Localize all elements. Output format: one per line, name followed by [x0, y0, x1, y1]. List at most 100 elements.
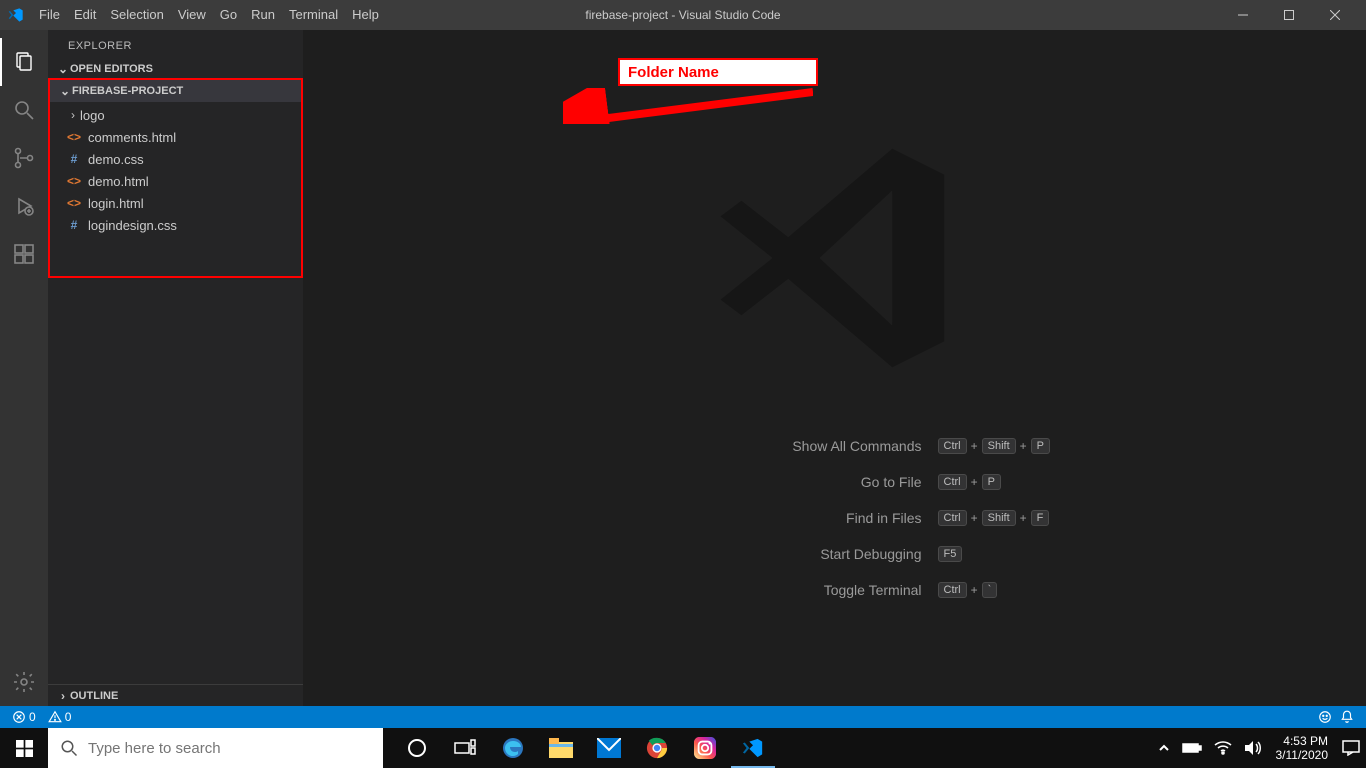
- annotation-arrow-icon: [563, 88, 813, 124]
- activity-bar: [0, 30, 48, 706]
- html-file-icon: <>: [66, 195, 82, 211]
- close-button[interactable]: [1312, 0, 1358, 30]
- key: Shift: [982, 438, 1016, 454]
- shortcut-go-to-file: Go to File Ctrl+ P: [622, 464, 1048, 500]
- tree-label: logo: [80, 108, 105, 123]
- edge-icon[interactable]: [489, 728, 537, 768]
- tray-wifi-icon[interactable]: [1208, 728, 1238, 768]
- menu-go[interactable]: Go: [213, 0, 244, 30]
- css-file-icon: #: [66, 151, 82, 167]
- shortcut-find-in-files: Find in Files Ctrl+ Shift+ F: [622, 500, 1048, 536]
- search-icon[interactable]: [0, 86, 48, 134]
- tree-label: login.html: [88, 196, 144, 211]
- chevron-down-icon: ⌄: [56, 62, 70, 76]
- key: Ctrl: [938, 438, 967, 454]
- annotation-callout: Folder Name: [618, 58, 818, 86]
- window-title: firebase-project - Visual Studio Code: [585, 8, 780, 22]
- menu-edit[interactable]: Edit: [67, 0, 103, 30]
- error-count: 0: [29, 710, 36, 724]
- key: P: [982, 474, 1001, 490]
- extensions-icon[interactable]: [0, 230, 48, 278]
- mail-icon[interactable]: [585, 728, 633, 768]
- status-warnings[interactable]: 0: [44, 710, 76, 724]
- clock-time: 4:53 PM: [1276, 734, 1329, 748]
- chevron-right-icon: ›: [56, 689, 70, 703]
- shortcut-label: Find in Files: [622, 510, 922, 526]
- status-bar: 0 0: [0, 706, 1366, 728]
- maximize-button[interactable]: [1266, 0, 1312, 30]
- tree-label: demo.html: [88, 174, 149, 189]
- html-file-icon: <>: [66, 129, 82, 145]
- run-debug-icon[interactable]: [0, 182, 48, 230]
- source-control-icon[interactable]: [0, 134, 48, 182]
- key: F: [1031, 510, 1050, 526]
- menu-run[interactable]: Run: [244, 0, 282, 30]
- status-notifications-icon[interactable]: [1336, 710, 1358, 724]
- cortana-icon[interactable]: [393, 728, 441, 768]
- vscode-logo-icon: [8, 7, 24, 23]
- vscode-watermark-icon: [705, 128, 965, 388]
- title-bar: File Edit Selection View Go Run Terminal…: [0, 0, 1366, 30]
- shortcut-label: Start Debugging: [622, 546, 922, 562]
- instagram-icon[interactable]: [681, 728, 729, 768]
- chevron-right-icon: ›: [66, 108, 80, 122]
- key: Ctrl: [938, 474, 967, 490]
- tray-chevron-up-icon[interactable]: [1152, 728, 1176, 768]
- menu-selection[interactable]: Selection: [103, 0, 170, 30]
- tray-battery-icon[interactable]: [1176, 728, 1208, 768]
- taskbar-search-input[interactable]: [88, 740, 371, 757]
- key: Ctrl: [938, 582, 967, 598]
- task-view-icon[interactable]: [441, 728, 489, 768]
- tree-file-login-html[interactable]: <> login.html: [50, 192, 301, 214]
- shortcut-toggle-terminal: Toggle Terminal Ctrl+ `: [622, 572, 1048, 608]
- key: `: [982, 582, 998, 598]
- menu-view[interactable]: View: [171, 0, 213, 30]
- annotation-red-box: ⌄ FIREBASE-PROJECT › logo <> comments.ht…: [48, 78, 303, 278]
- key: F5: [938, 546, 963, 562]
- clock-date: 3/11/2020: [1276, 748, 1329, 762]
- key: P: [1031, 438, 1050, 454]
- file-explorer-icon[interactable]: [537, 728, 585, 768]
- project-folder-header[interactable]: ⌄ FIREBASE-PROJECT: [50, 80, 301, 102]
- menu-help[interactable]: Help: [345, 0, 386, 30]
- open-editors-label: OPEN EDITORS: [70, 63, 153, 75]
- shortcut-label: Toggle Terminal: [622, 582, 922, 598]
- menu-terminal[interactable]: Terminal: [282, 0, 345, 30]
- settings-gear-icon[interactable]: [0, 658, 48, 706]
- tree-file-demo-css[interactable]: # demo.css: [50, 148, 301, 170]
- editor-area: Folder Name Show All Commands Ctrl+ Shif…: [303, 30, 1366, 706]
- css-file-icon: #: [66, 217, 82, 233]
- outline-section[interactable]: › OUTLINE: [48, 684, 303, 706]
- shortcut-show-all-commands: Show All Commands Ctrl+ Shift+ P: [622, 428, 1048, 464]
- status-errors[interactable]: 0: [8, 710, 40, 724]
- explorer-icon[interactable]: [0, 38, 48, 86]
- chrome-icon[interactable]: [633, 728, 681, 768]
- menu-file[interactable]: File: [32, 0, 67, 30]
- window-controls: [1220, 0, 1358, 30]
- outline-label: OUTLINE: [70, 690, 118, 702]
- minimize-button[interactable]: [1220, 0, 1266, 30]
- tree-file-comments-html[interactable]: <> comments.html: [50, 126, 301, 148]
- taskbar-search[interactable]: [48, 728, 383, 768]
- key: Shift: [982, 510, 1016, 526]
- explorer-sidebar: EXPLORER ⌄ OPEN EDITORS ⌄ FIREBASE-PROJE…: [48, 30, 303, 706]
- open-editors-section[interactable]: ⌄ OPEN EDITORS: [48, 58, 303, 80]
- vscode-taskbar-icon[interactable]: [729, 728, 777, 768]
- status-feedback-icon[interactable]: [1314, 710, 1336, 724]
- tree-folder-logo[interactable]: › logo: [50, 104, 301, 126]
- tree-label: demo.css: [88, 152, 144, 167]
- action-center-icon[interactable]: [1336, 728, 1366, 768]
- tree-file-logindesign-css[interactable]: # logindesign.css: [50, 214, 301, 236]
- shortcut-start-debugging: Start Debugging F5: [622, 536, 1048, 572]
- shortcut-label: Go to File: [622, 474, 922, 490]
- tree-label: logindesign.css: [88, 218, 177, 233]
- warning-count: 0: [65, 710, 72, 724]
- welcome-shortcuts: Show All Commands Ctrl+ Shift+ P Go to F…: [622, 428, 1048, 608]
- tree-file-demo-html[interactable]: <> demo.html: [50, 170, 301, 192]
- shortcut-label: Show All Commands: [622, 438, 922, 454]
- start-button[interactable]: [0, 728, 48, 768]
- taskbar-clock[interactable]: 4:53 PM 3/11/2020: [1268, 734, 1337, 762]
- tray-volume-icon[interactable]: [1238, 728, 1268, 768]
- explorer-title: EXPLORER: [48, 30, 303, 58]
- project-name-label: FIREBASE-PROJECT: [72, 85, 183, 97]
